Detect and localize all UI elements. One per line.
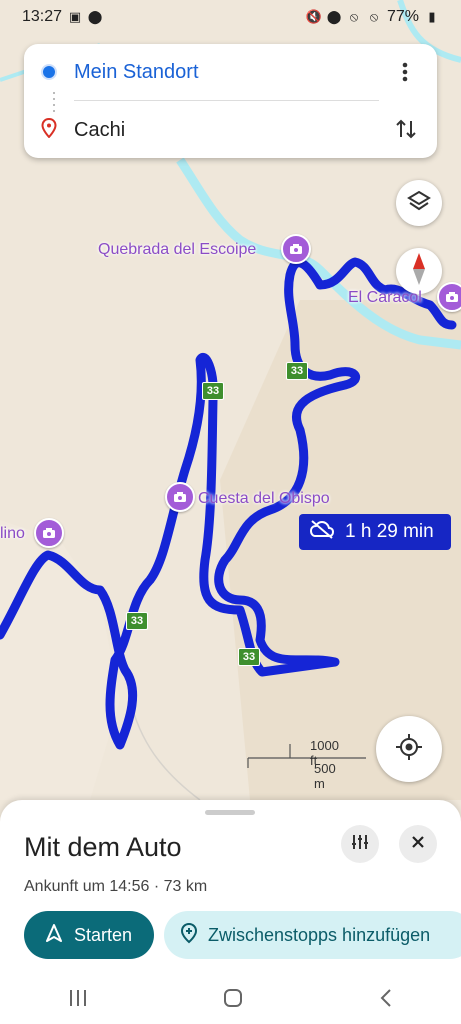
origin-dot-icon	[41, 64, 57, 80]
sheet-title: Mit dem Auto	[24, 832, 182, 862]
road-shield: 33	[126, 612, 148, 630]
poi-label[interactable]: Quebrada del Escoipe	[98, 241, 256, 259]
location-icon: ⬤	[87, 9, 103, 24]
destination-text[interactable]: Cachi	[74, 119, 125, 142]
duration-label[interactable]: 1 h 29 min	[299, 514, 451, 550]
recents-icon[interactable]	[68, 989, 88, 1012]
camera-icon[interactable]	[165, 482, 195, 512]
status-bar: 13:27 ▣ ⬤ 🔇 ⬤ ⦸ ⦸ 77% ▮	[0, 0, 461, 34]
home-icon[interactable]	[223, 988, 243, 1013]
origin-row[interactable]: Mein Standort	[24, 44, 437, 100]
scale-metric: 500 m	[314, 761, 336, 791]
start-label: Starten	[73, 924, 133, 945]
more-vert-icon[interactable]	[393, 60, 417, 84]
block-icon: ⦸	[349, 9, 359, 24]
camera-icon[interactable]	[34, 518, 64, 548]
layers-icon	[407, 190, 431, 217]
divider	[74, 100, 379, 101]
image-icon: ▣	[68, 9, 82, 24]
add-stop-icon	[180, 922, 198, 949]
poi-label[interactable]: lino	[0, 525, 25, 543]
camera-icon[interactable]	[437, 282, 461, 312]
road-shield: 33	[286, 362, 308, 380]
poi-label[interactable]: Cuesta del Obispo	[198, 490, 330, 508]
destination-row[interactable]: Cachi	[24, 102, 437, 158]
swap-icon[interactable]	[393, 116, 419, 142]
poi-label[interactable]: El Caracol	[348, 289, 422, 307]
status-time: 13:27	[22, 8, 63, 25]
camera-icon[interactable]	[281, 234, 311, 264]
road-shield: 33	[202, 382, 224, 400]
arrival-info: Ankunft um 14:56 · 73 km	[24, 878, 208, 895]
battery-icon: ▮	[428, 9, 436, 24]
layers-button[interactable]	[396, 180, 442, 226]
route-options-button[interactable]	[341, 825, 379, 863]
drag-handle[interactable]	[205, 810, 255, 815]
block-icon: ⦸	[369, 9, 379, 24]
location-pin-icon	[41, 117, 57, 143]
start-button[interactable]: Starten	[24, 911, 154, 959]
origin-text[interactable]: Mein Standort	[74, 61, 199, 84]
compass-icon	[412, 252, 426, 290]
back-icon[interactable]	[379, 988, 393, 1013]
add-stops-button[interactable]: Zwischenstopps hinzufügen	[164, 911, 461, 959]
system-nav-bar	[0, 976, 461, 1024]
my-location-button[interactable]	[376, 716, 442, 782]
directions-card: Mein Standort Cachi	[24, 44, 437, 158]
navigation-icon	[45, 923, 62, 947]
duration-text: 1 h 29 min	[345, 521, 434, 542]
compass-button[interactable]	[396, 248, 442, 294]
close-icon	[411, 835, 425, 854]
battery-percent: 77%	[386, 8, 419, 25]
close-button[interactable]	[399, 825, 437, 863]
stops-label: Zwischenstopps hinzufügen	[208, 924, 431, 945]
mute-icon: 🔇	[305, 9, 323, 24]
location-icon: ⬤	[326, 9, 342, 24]
tune-icon	[351, 833, 369, 856]
cloud-off-icon	[309, 519, 335, 545]
road-shield: 33	[238, 648, 260, 666]
my-location-icon	[395, 733, 423, 766]
